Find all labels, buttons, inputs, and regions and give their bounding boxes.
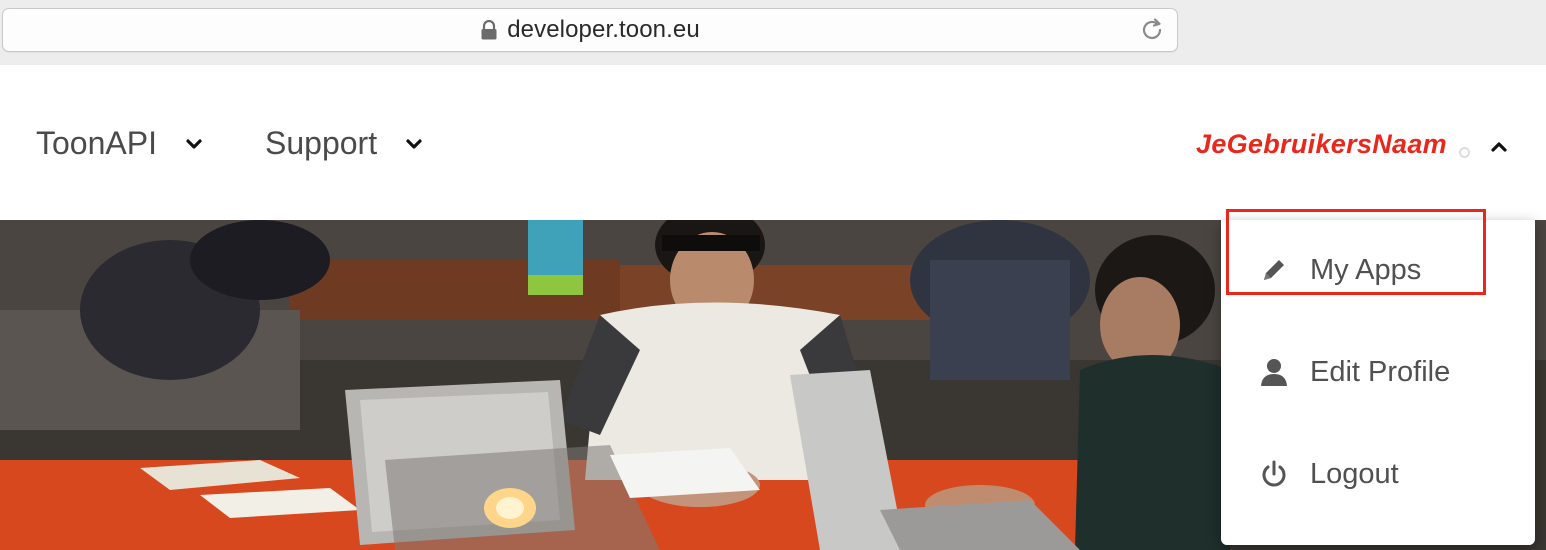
user-icon bbox=[1261, 359, 1287, 386]
nav-toonapi[interactable]: ToonAPI bbox=[36, 125, 203, 162]
menu-item-label: Edit Profile bbox=[1310, 355, 1451, 388]
menu-item-logout[interactable]: Logout bbox=[1221, 424, 1535, 524]
user-name[interactable]: JeGebruikersNaam bbox=[1196, 129, 1447, 160]
address-bar[interactable]: developer.toon.eu bbox=[2, 8, 1178, 52]
chevron-up-icon[interactable] bbox=[1489, 139, 1509, 153]
reload-icon[interactable] bbox=[1139, 17, 1165, 43]
url-text: developer.toon.eu bbox=[507, 16, 700, 43]
menu-item-edit-profile[interactable]: Edit Profile bbox=[1221, 322, 1535, 422]
nav-toonapi-label: ToonAPI bbox=[36, 125, 157, 161]
user-avatar-dot bbox=[1459, 147, 1470, 158]
pencil-icon bbox=[1264, 260, 1284, 280]
chevron-down-icon bbox=[186, 138, 202, 149]
power-icon bbox=[1262, 460, 1286, 487]
browser-toolbar: developer.toon.eu bbox=[0, 0, 1546, 65]
site-navbar: ToonAPI Support JeGebruikersNaam bbox=[0, 65, 1546, 220]
menu-item-my-apps[interactable]: My Apps bbox=[1221, 220, 1535, 320]
user-dropdown-menu: My Apps Edit Profile Logout bbox=[1221, 220, 1535, 545]
chevron-down-icon bbox=[406, 138, 422, 149]
nav-support[interactable]: Support bbox=[265, 125, 423, 162]
menu-item-label: Logout bbox=[1310, 457, 1399, 490]
nav-support-label: Support bbox=[265, 125, 378, 161]
lock-icon bbox=[481, 20, 497, 40]
menu-item-label: My Apps bbox=[1310, 253, 1422, 286]
